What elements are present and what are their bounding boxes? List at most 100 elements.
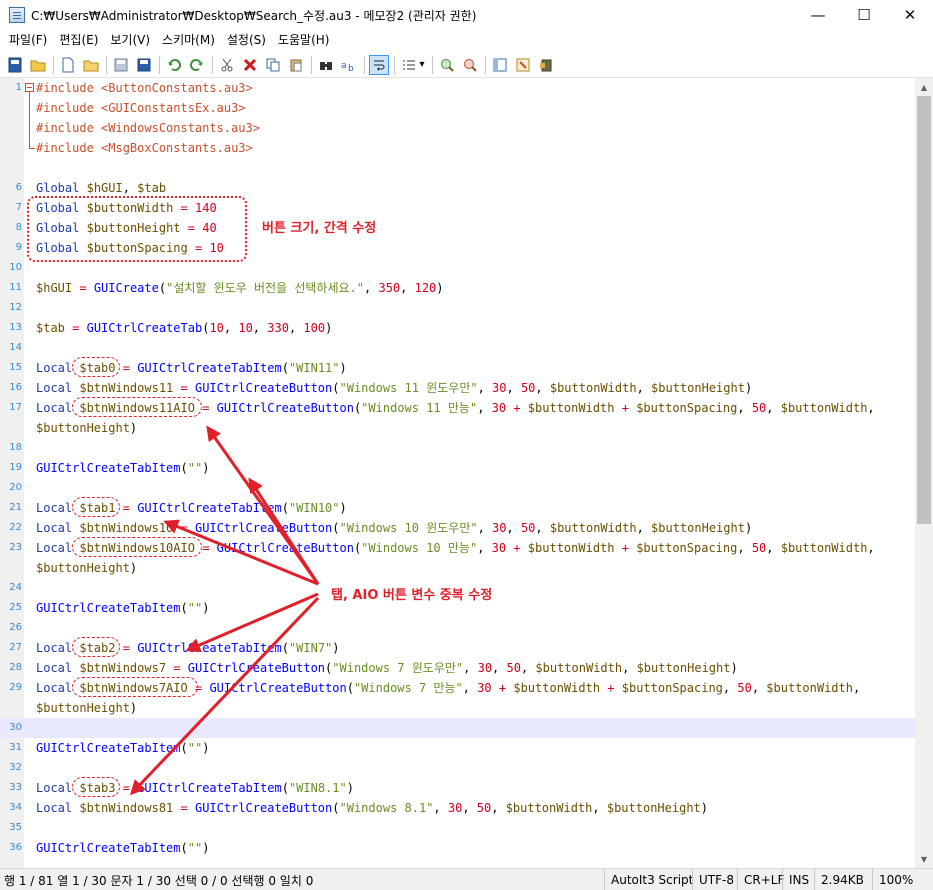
code-line[interactable]: 31 GUICtrlCreateTabItem("") — [0, 738, 915, 758]
paste-icon[interactable] — [287, 56, 305, 74]
code-line[interactable]: 21 Local $tab1 = GUICtrlCreateTabItem("WI… — [0, 498, 915, 518]
code-line[interactable]: 34 Local $btnWindows81 = GUICtrlCreateBut… — [0, 798, 915, 818]
code-line[interactable]: $buttonHeight) — [0, 418, 915, 438]
line-number: 28 — [9, 662, 22, 673]
code-line[interactable]: 13 $tab = GUICtrlCreateTab(10, 10, 330, 1… — [0, 318, 915, 338]
code-line[interactable]: 19 GUICtrlCreateTabItem("") — [0, 458, 915, 478]
code-line[interactable]: #include <MsgBoxConstants.au3> — [0, 138, 915, 158]
code-line[interactable]: 30 — [0, 718, 915, 738]
code-line[interactable] — [0, 158, 915, 178]
code-line[interactable]: 22 Local $btnWindows10 = GUICtrlCreateBut… — [0, 518, 915, 538]
code-token: 30 — [477, 681, 492, 695]
code-line[interactable]: 18 — [0, 438, 915, 458]
new-icon[interactable] — [6, 56, 24, 74]
line-number: 7 — [15, 202, 22, 213]
list-icon[interactable] — [400, 56, 418, 74]
code-token: $buttonWidth — [505, 801, 593, 815]
fold-toggle-icon[interactable] — [25, 83, 34, 92]
status-schema[interactable]: AutoIt3 Script — [604, 869, 699, 890]
code-token: ) — [202, 741, 210, 755]
status-zoom[interactable]: 100% — [872, 869, 919, 890]
dropdown-arrow-icon[interactable]: ▾ — [418, 56, 426, 74]
new-doc-icon[interactable] — [59, 56, 77, 74]
code-token: $buttonWidth — [535, 661, 623, 675]
redo-icon[interactable] — [188, 56, 206, 74]
open-icon[interactable] — [29, 56, 47, 74]
annotation-oval-btn11aio — [72, 397, 202, 417]
save-as-icon[interactable] — [135, 56, 153, 74]
code-line[interactable]: 16 Local $btnWindows11 = GUICtrlCreateBut… — [0, 378, 915, 398]
replace-icon[interactable]: ab — [340, 56, 358, 74]
undo-icon[interactable] — [165, 56, 183, 74]
code-line[interactable]: 33 Local $tab3 = GUICtrlCreateTabItem("WI… — [0, 778, 915, 798]
code-line[interactable]: 35 — [0, 818, 915, 838]
code-text: GUICtrlCreateTabItem("") — [36, 598, 209, 618]
save-icon[interactable] — [112, 56, 130, 74]
find-icon[interactable] — [317, 56, 335, 74]
code-line[interactable]: #include <WindowsConstants.au3> — [0, 118, 915, 138]
code-token: = — [180, 801, 188, 815]
code-line[interactable]: 20 — [0, 478, 915, 498]
code-text: Global $hGUI, $tab — [36, 178, 166, 198]
vertical-scrollbar[interactable]: ▲ ▼ — [915, 78, 933, 868]
open-folder-icon[interactable] — [82, 56, 100, 74]
menu-help[interactable]: 도움말(H) — [272, 30, 336, 51]
code-token: $buttonHeight — [36, 561, 130, 575]
minimize-button[interactable]: — — [795, 0, 841, 30]
code-line[interactable]: 36 GUICtrlCreateTabItem("") — [0, 838, 915, 858]
zoom-out-icon[interactable] — [461, 56, 479, 74]
zoom-in-icon[interactable] — [438, 56, 456, 74]
code-token: $buttonSpacing — [636, 541, 738, 555]
status-encoding[interactable]: UTF-8 — [692, 869, 740, 890]
code-line[interactable]: 11 $hGUI = GUICreate("설치할 윈도우 버전을 선택하세요."… — [0, 278, 915, 298]
code-token: Local — [36, 361, 73, 375]
menu-edit[interactable]: 편집(E) — [53, 30, 104, 51]
code-line[interactable]: 32 — [0, 758, 915, 778]
code-line[interactable]: 1 #include <ButtonConstants.au3> — [0, 78, 915, 98]
toolbar-separator — [212, 55, 213, 74]
line-number: 18 — [9, 442, 22, 453]
scroll-up-button[interactable]: ▲ — [915, 78, 933, 96]
status-mode[interactable]: INS — [782, 869, 815, 890]
copy-icon[interactable] — [264, 56, 282, 74]
code-line[interactable]: #include <GUIConstantsEx.au3> — [0, 98, 915, 118]
code-token: ) — [129, 701, 138, 715]
annotation-oval-tab2 — [72, 637, 120, 657]
menu-settings[interactable]: 설정(S) — [221, 30, 272, 51]
cut-icon[interactable] — [218, 56, 236, 74]
line-number: 26 — [9, 622, 22, 633]
code-line[interactable]: 6 Global $hGUI, $tab — [0, 178, 915, 198]
code-line[interactable]: 28 Local $btnWindows7 = GUICtrlCreateButt… — [0, 658, 915, 678]
code-line[interactable]: 12 — [0, 298, 915, 318]
code-line[interactable]: $buttonHeight) — [0, 698, 915, 718]
code-token: $buttonHeight — [606, 801, 701, 815]
close-button[interactable]: ✕ — [887, 0, 933, 30]
line-number: 27 — [9, 642, 22, 653]
menu-file[interactable]: 파일(F) — [3, 30, 53, 51]
code-token: <WindowsConstants.au3> — [101, 121, 260, 135]
scroll-thumb[interactable] — [917, 96, 931, 524]
export-icon[interactable] — [537, 56, 555, 74]
menu-schema[interactable]: 스키마(M) — [156, 30, 221, 51]
code-line[interactable]: 27 Local $tab2 = GUICtrlCreateTabItem("WI… — [0, 638, 915, 658]
settings-icon[interactable] — [514, 56, 532, 74]
annotation-oval-tab1 — [72, 497, 120, 517]
code-line[interactable]: $buttonHeight) — [0, 558, 915, 578]
code-line[interactable]: 14 — [0, 338, 915, 358]
toolbar-separator — [106, 55, 107, 74]
delete-icon[interactable] — [241, 56, 259, 74]
code-token: , — [477, 381, 493, 395]
code-token: = — [122, 641, 130, 655]
code-token: "WIN8.1" — [288, 781, 347, 795]
code-line[interactable]: 26 — [0, 618, 915, 638]
code-text: $buttonHeight) — [36, 558, 137, 578]
code-line[interactable]: 15 Local $tab0 = GUICtrlCreateTabItem("WI… — [0, 358, 915, 378]
menu-view[interactable]: 보기(V) — [104, 30, 156, 51]
scroll-down-button[interactable]: ▼ — [915, 850, 933, 868]
schema-icon[interactable] — [491, 56, 509, 74]
maximize-button[interactable]: ☐ — [841, 0, 887, 30]
word-wrap-icon[interactable] — [369, 54, 389, 75]
window-controls: — ☐ ✕ — [795, 0, 933, 30]
